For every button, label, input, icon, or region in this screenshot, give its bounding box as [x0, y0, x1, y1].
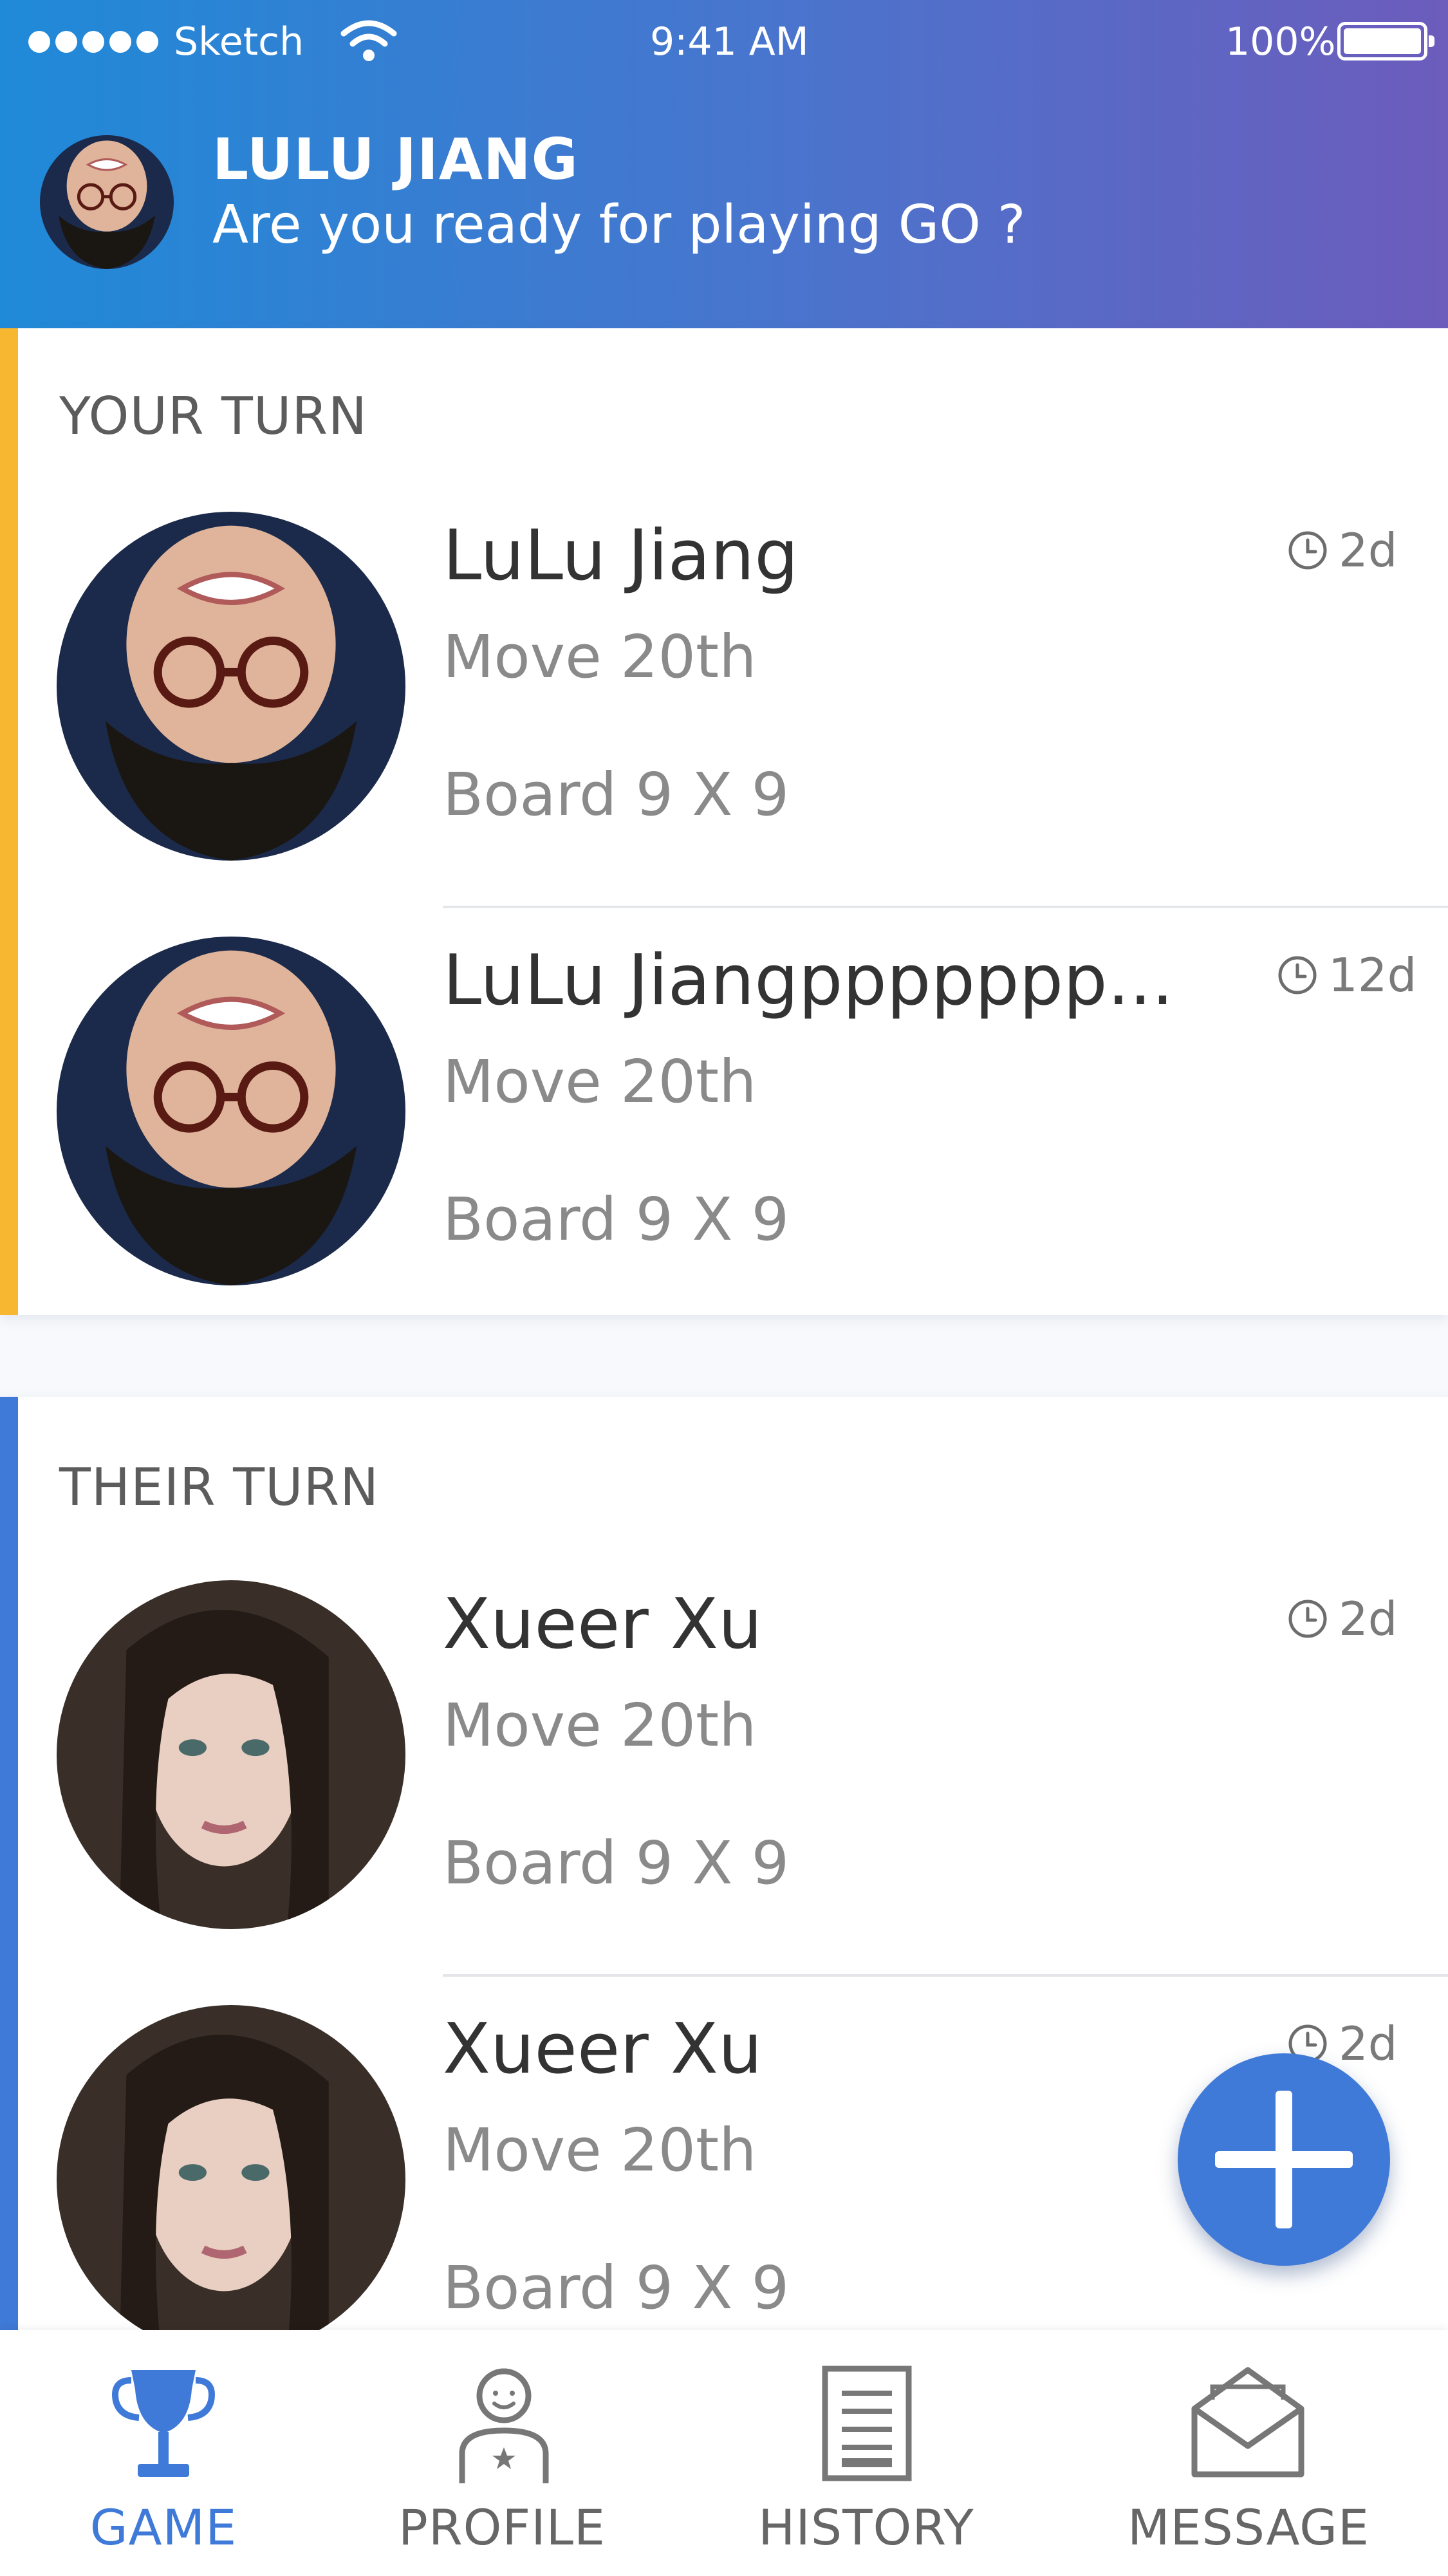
opponent-avatar: [57, 512, 405, 861]
new-game-button[interactable]: [1178, 2053, 1390, 2266]
elapsed-time-label: 12d: [1328, 948, 1417, 1002]
profile-icon: [459, 2368, 549, 2483]
clock-icon: [1288, 531, 1327, 570]
opponent-avatar: [57, 2005, 405, 2330]
tab-label: HISTORY: [758, 2499, 974, 2556]
section-title-their-turn: THEIR TURN: [59, 1457, 380, 1517]
opponent-name: LuLu Jiangppppppp...: [443, 940, 1174, 1021]
status-bar: Sketch 9:41 AM 100%: [0, 0, 1448, 84]
board-size: Board 9 X 9: [443, 2254, 790, 2322]
elapsed-time: 12d: [1277, 948, 1416, 1002]
elapsed-time: 2d: [1287, 1592, 1398, 1646]
header-tagline: Are you ready for playing GO ?: [212, 194, 1026, 256]
board-size: Board 9 X 9: [443, 1185, 790, 1254]
battery-icon: [1337, 22, 1434, 61]
tab-history[interactable]: HISTORY: [738, 2330, 995, 2576]
tab-bar: GAME PROFILE HISTORY MESSAGE: [0, 2330, 1448, 2576]
trophy-icon: [112, 2370, 215, 2477]
tab-label: GAME: [89, 2499, 237, 2556]
opponent-avatar: [57, 1580, 405, 1929]
elapsed-time-label: 2d: [1339, 2017, 1398, 2071]
elapsed-time-label: 2d: [1339, 523, 1398, 577]
envelope-icon: [1191, 2367, 1304, 2478]
move-number: Move 20th: [443, 622, 757, 691]
tab-label: PROFILE: [398, 2499, 606, 2556]
move-number: Move 20th: [443, 1691, 757, 1760]
game-row[interactable]: LuLu Jiangppppppp... Move 20th Board 9 X…: [0, 937, 1448, 1361]
clock-icon: [1288, 1600, 1327, 1638]
row-divider: [443, 906, 1448, 908]
tab-game[interactable]: GAME: [35, 2330, 292, 2576]
carrier-label: Sketch: [174, 19, 304, 64]
wifi-icon: [340, 20, 397, 61]
opponent-name: Xueer Xu: [443, 2009, 763, 2089]
board-size: Board 9 X 9: [443, 760, 790, 829]
game-row[interactable]: Xueer Xu Move 20th Board 9 X 9 2d: [0, 1580, 1448, 2005]
user-avatar[interactable]: [40, 135, 174, 269]
your-turn-card: YOUR TURN LuLu Jiang Move 20th Board 9 X…: [0, 328, 1448, 1315]
document-icon: [822, 2366, 912, 2481]
section-title-your-turn: YOUR TURN: [59, 386, 367, 446]
elapsed-time-label: 2d: [1339, 1592, 1398, 1646]
row-divider: [443, 1974, 1448, 1977]
board-size: Board 9 X 9: [443, 1829, 790, 1898]
elapsed-time: 2d: [1287, 523, 1398, 577]
move-number: Move 20th: [443, 2116, 757, 2185]
game-row[interactable]: LuLu Jiang Move 20th Board 9 X 9 2d: [0, 512, 1448, 937]
move-number: Move 20th: [443, 1047, 757, 1116]
opponent-name: LuLu Jiang: [443, 516, 799, 596]
opponent-name: Xueer Xu: [443, 1584, 763, 1665]
clock-icon: [1278, 956, 1317, 994]
app-header: Sketch 9:41 AM 100% LULU JIANG Are you r…: [0, 0, 1448, 328]
signal-dots-icon: [28, 31, 158, 53]
battery-percent: 100%: [1225, 19, 1336, 64]
tab-message[interactable]: MESSAGE: [1120, 2330, 1377, 2576]
opponent-avatar: [57, 937, 405, 1285]
user-name: LULU JIANG: [212, 126, 579, 192]
status-time: 9:41 AM: [650, 19, 809, 64]
tab-profile[interactable]: PROFILE: [373, 2330, 631, 2576]
tab-label: MESSAGE: [1127, 2499, 1370, 2556]
